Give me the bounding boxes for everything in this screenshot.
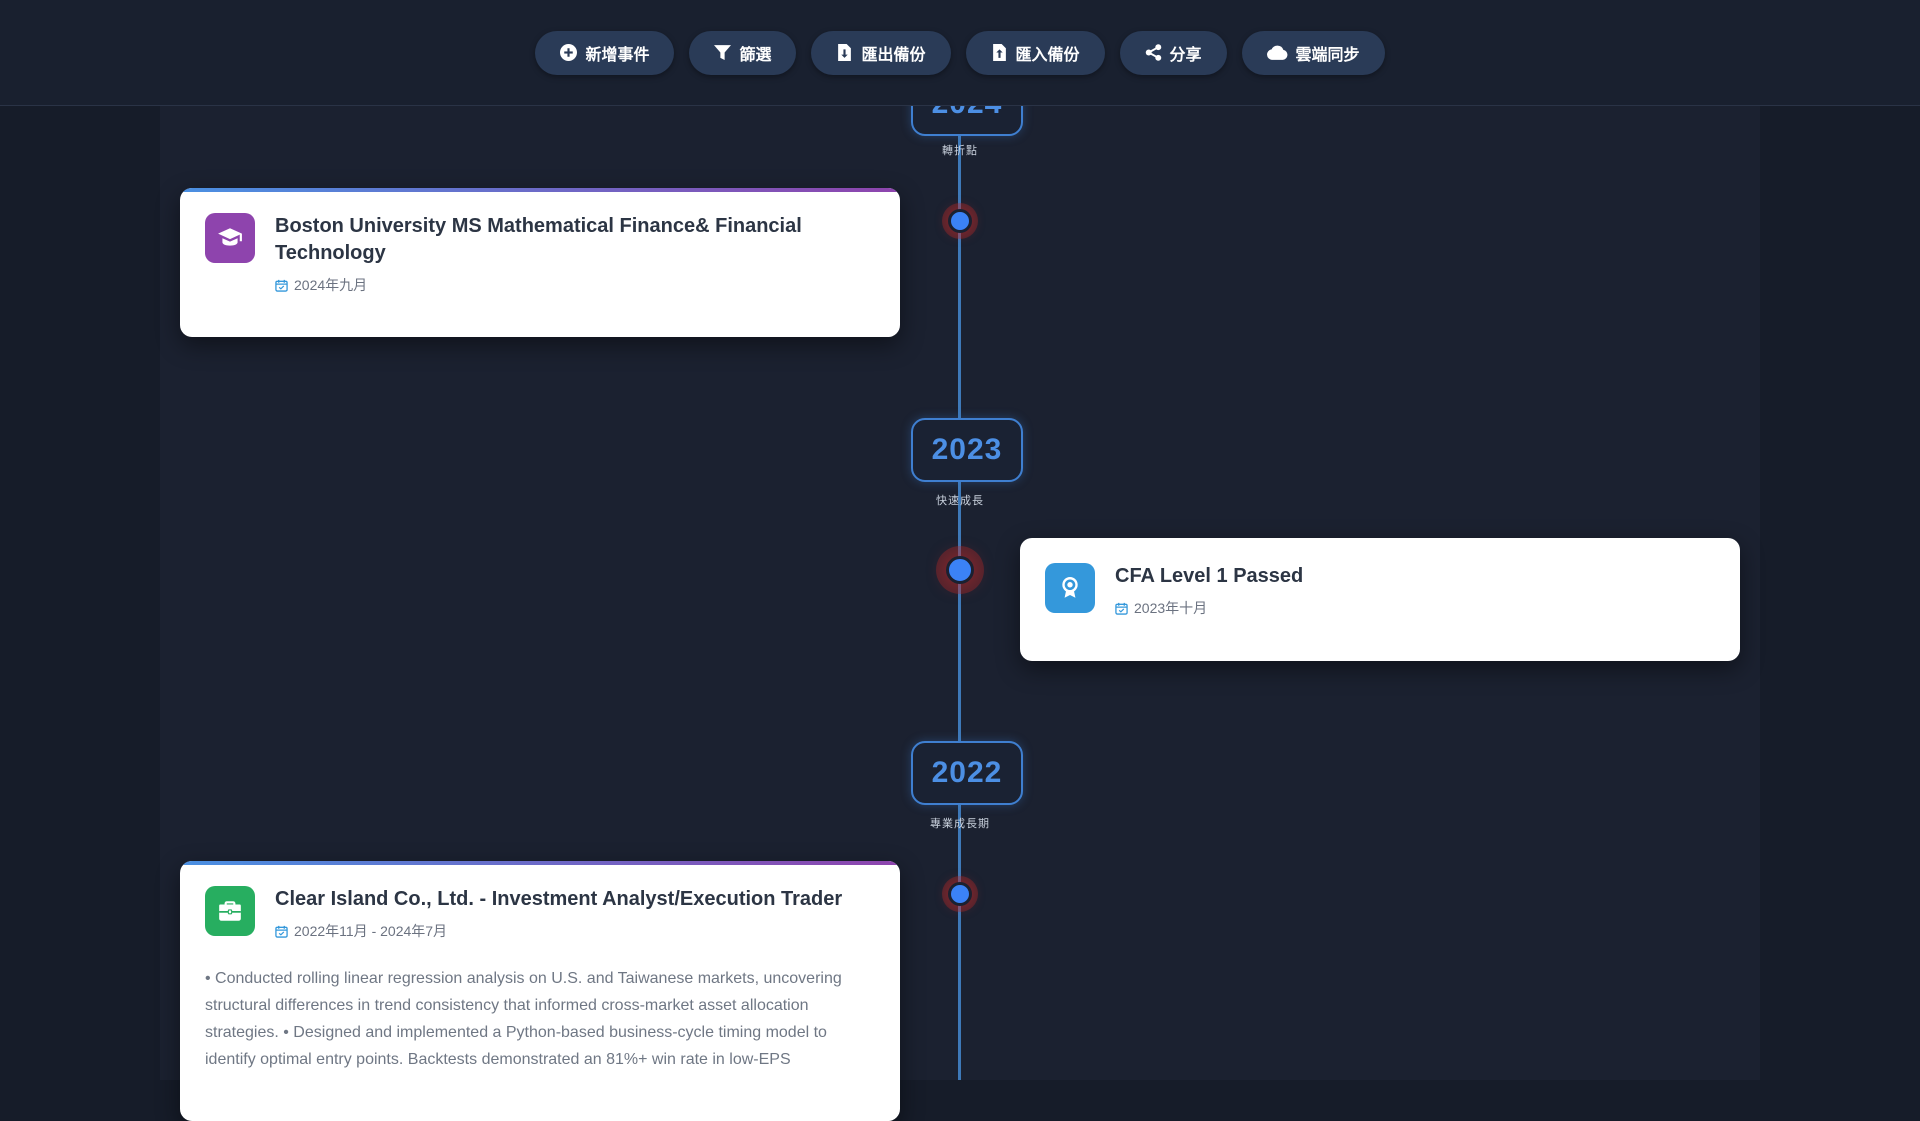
event-card-clear-island[interactable]: Clear Island Co., Ltd. - Investment Anal… <box>180 861 900 1121</box>
top-toolbar: 新增事件 篩選 匯出備份 匯入備份 分享 雲端同步 <box>0 0 1920 106</box>
briefcase-icon <box>205 886 255 936</box>
import-backup-button[interactable]: 匯入備份 <box>965 30 1105 75</box>
timeline-axis <box>958 106 961 1080</box>
share-icon <box>1145 44 1161 61</box>
cloud-sync-label: 雲端同步 <box>1295 46 1360 64</box>
share-button[interactable]: 分享 <box>1119 30 1227 75</box>
event-date: 2024年九月 <box>275 275 875 295</box>
event-description: • Conducted rolling linear regression an… <box>205 970 842 1068</box>
event-title: Clear Island Co., Ltd. - Investment Anal… <box>275 888 843 910</box>
calendar-icon <box>275 925 288 938</box>
cloud-sync-button[interactable]: 雲端同步 <box>1241 30 1385 75</box>
timeline-dot[interactable] <box>948 882 972 906</box>
event-date-text: 2024年九月 <box>294 277 368 293</box>
file-import-icon <box>992 44 1006 61</box>
timeline-dot[interactable] <box>948 209 972 233</box>
event-title: CFA Level 1 Passed <box>1115 565 1304 587</box>
calendar-icon <box>275 279 288 292</box>
event-card-cfa[interactable]: CFA Level 1 Passed 2023年十月 <box>1020 538 1740 661</box>
event-date-text: 2022年11月 - 2024年7月 <box>294 923 448 939</box>
certificate-icon <box>1045 563 1095 613</box>
year-badge-2022: 2022 <box>911 741 1023 805</box>
event-card-boston-university[interactable]: Boston University MS Mathematical Financ… <box>180 188 900 337</box>
year-subtitle-2023: 快速成長 <box>936 495 984 507</box>
event-date: 2023年十月 <box>1115 598 1715 618</box>
event-date-text: 2023年十月 <box>1134 600 1208 616</box>
filter-icon <box>714 45 732 60</box>
file-export-icon <box>838 44 852 61</box>
import-backup-label: 匯入備份 <box>1015 46 1080 64</box>
filter-button[interactable]: 篩選 <box>689 30 797 75</box>
year-subtitle-2024: 轉折點 <box>942 145 978 157</box>
event-title: Boston University MS Mathematical Financ… <box>275 215 802 264</box>
add-event-label: 新增事件 <box>585 46 650 64</box>
event-date: 2022年11月 - 2024年7月 <box>275 921 875 941</box>
year-badge-2023: 2023 <box>911 418 1023 482</box>
plus-circle-icon <box>560 44 578 61</box>
cloud-icon <box>1266 45 1287 60</box>
filter-label: 篩選 <box>739 46 772 64</box>
calendar-icon <box>1115 602 1128 615</box>
export-backup-button[interactable]: 匯出備份 <box>811 30 951 75</box>
year-subtitle-2022: 專業成長期 <box>930 818 990 830</box>
share-label: 分享 <box>1169 46 1202 64</box>
timeline-dot[interactable] <box>946 556 974 584</box>
add-event-button[interactable]: 新增事件 <box>535 30 675 75</box>
export-backup-label: 匯出備份 <box>861 46 926 64</box>
graduation-cap-icon <box>205 213 255 263</box>
